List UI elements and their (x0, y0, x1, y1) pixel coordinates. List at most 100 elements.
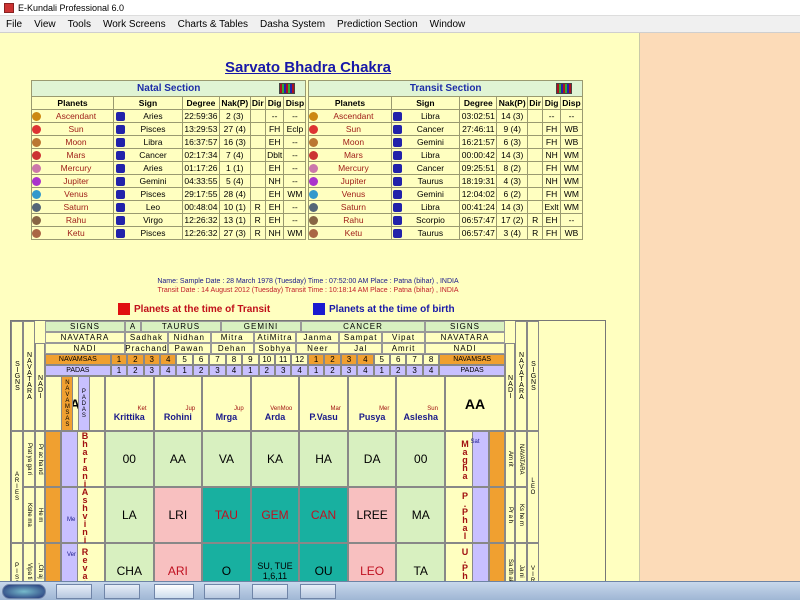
transit-dir-cell (527, 200, 544, 214)
nadi-header: NADI (45, 343, 125, 354)
taskbar-app-icon[interactable] (204, 584, 240, 599)
right-signs-column: SIGNS (527, 321, 539, 431)
planet-name: Sun (345, 123, 361, 134)
taskbar-tools-icon[interactable] (56, 584, 92, 599)
menu-tools[interactable]: Tools (62, 19, 97, 30)
natal-dig-cell: NH (264, 226, 285, 240)
natal-nak-cell: 1 (1) (218, 161, 251, 175)
transit-degree-cell: 18:19:31 (459, 174, 498, 188)
left-navamsa-strip (45, 487, 62, 543)
menu-file[interactable]: File (0, 19, 28, 30)
background-area (640, 33, 800, 581)
planet-name: Saturn (63, 201, 89, 212)
sign-name: Cancer (416, 162, 445, 173)
transit-planet-cell: Moon (308, 135, 392, 149)
navamsas-label: NAVAMSAS (439, 354, 505, 365)
left-navamsa-strip (45, 543, 62, 581)
planet-row[interactable]: Saturn Leo 00:48:04 10 (1) R EH -- Saturn Libra 0… (30, 200, 584, 214)
natal-planet-cell: Sun (30, 122, 115, 136)
legend-transit-swatch (118, 303, 130, 315)
natal-nak-cell: 5 (4) (218, 174, 251, 188)
natal-sign-cell: Aries (113, 161, 183, 175)
natal-nak-cell: 27 (4) (218, 122, 251, 136)
planet-glyph-icon (309, 190, 319, 200)
left-signs-cell: ARIES (11, 431, 23, 543)
pada-number: 3 (275, 365, 292, 376)
start-button[interactable] (2, 584, 46, 599)
transit-nak-cell: 6 (2) (496, 187, 529, 201)
planet-row[interactable]: Mercury Aries 01:17:26 1 (1) EH -- Mercury Canc… (30, 161, 584, 175)
navamsa-number: 1 (307, 354, 325, 365)
navatara-header: Janma (296, 332, 340, 343)
chakra-cell: CHA (105, 543, 154, 581)
chart-toggle-icon[interactable] (279, 83, 296, 94)
navamsa-number: 5 (176, 354, 193, 365)
taskbar-key-icon[interactable] (300, 584, 336, 599)
transit-degree-cell: 06:57:47 (459, 226, 498, 240)
navatara-header: AtiMitra (253, 332, 297, 343)
natal-nak-cell: 2 (3) (218, 109, 251, 123)
corner-cell-left: A (45, 376, 105, 431)
padas-vertical: PADAS (77, 376, 90, 431)
planet-row[interactable]: Sun Pisces 13:29:53 27 (4) FH Eclp Sun Cancer 27… (30, 122, 584, 136)
pada-number: 2 (192, 365, 210, 376)
menu-view[interactable]: View (28, 19, 62, 30)
natal-disp-cell: -- (283, 174, 307, 188)
navamsa-number: 2 (324, 354, 341, 365)
menu-dasha-system[interactable]: Dasha System (254, 19, 331, 30)
column-header-dig: Dig (542, 96, 561, 110)
planet-row[interactable]: Ascendant Aries 22:59:36 2 (3) -- -- Ascendant… (30, 109, 584, 123)
chakra-cell: LREE (347, 487, 397, 543)
nadi-header: Pawan (167, 343, 211, 354)
pada-number: 1 (176, 365, 193, 376)
natal-planet-cell: Saturn (30, 200, 115, 214)
sign-glyph-icon (393, 151, 403, 161)
navamsa-number: 3 (143, 354, 160, 365)
right-nadi-cell: Pr a h (505, 487, 515, 543)
transit-sign-cell: Gemini (390, 187, 461, 201)
natal-dig-cell: EH (264, 187, 285, 201)
chakra-cell: MA (396, 487, 445, 543)
column-header-row: Planets Sign Degree Nak(P) Dir Dig Disp Planets… (30, 96, 584, 110)
menu-charts-tables[interactable]: Charts & Tables (172, 19, 254, 30)
planet-name: Ketu (344, 227, 363, 238)
planet-row[interactable]: Mars Cancer 02:17:34 7 (4) Dblt -- Mars Libra 00… (30, 148, 584, 162)
planet-row[interactable]: Rahu Virgo 12:26:32 13 (1) R EH -- Rahu Scorpio 0… (30, 213, 584, 227)
chakra-cell: TA (396, 543, 445, 581)
planet-row[interactable]: Venus Pisces 29:17:55 28 (4) EH WM Venus Gemini… (30, 187, 584, 201)
natal-dig-cell: EH (264, 200, 285, 214)
taskbar-key-icon[interactable] (252, 584, 288, 599)
transit-nak-cell: 14 (3) (496, 148, 529, 162)
planet-row[interactable]: Ketu Pisces 12:26:32 27 (3) R NH WM Ketu Taurus 0… (30, 226, 584, 240)
planet-row[interactable]: Moon Libra 16:37:57 16 (3) EH -- Moon Gemini 16:… (30, 135, 584, 149)
left-signs-column: SIGNS (11, 321, 23, 431)
taskbar-folder-icon[interactable] (104, 584, 140, 599)
navamsas-vertical: NAVAMSAS (61, 376, 74, 431)
menu-window[interactable]: Window (424, 19, 472, 30)
planet-row[interactable]: Jupiter Gemini 04:33:55 5 (4) NH -- Jupiter Tau… (30, 174, 584, 188)
right-nadi-cell: Sa dh ak (505, 543, 515, 581)
signs-header: CANCER (301, 321, 425, 332)
menu-work-screens[interactable]: Work Screens (97, 19, 172, 30)
taskbar-ekundali-icon[interactable] (154, 584, 194, 599)
planet-name: Venus (341, 188, 366, 199)
pada-number: 1 (373, 365, 390, 376)
natal-dir-cell (249, 174, 266, 188)
chart-toggle-icon[interactable] (556, 83, 572, 94)
natal-planet-cell: Venus (30, 187, 115, 201)
nakshatra-cell: Sun Aslesha (396, 376, 445, 431)
planet-name: Mercury (338, 162, 369, 173)
right-signs-cell: VIRGO (527, 543, 539, 581)
planet-rows: Ascendant Aries 22:59:36 2 (3) -- -- Ascendant… (30, 109, 584, 240)
menu-prediction-section[interactable]: Prediction Section (331, 19, 424, 30)
sign-name: Libra (420, 149, 440, 160)
sign-name: Libra (420, 201, 440, 212)
legend-birth-swatch (313, 303, 325, 315)
chakra-cell: SU, TUE 1,6,11 (250, 543, 300, 581)
natal-disp-cell: -- (283, 161, 307, 175)
page-title[interactable]: Sarvato Bhadra Chakra (0, 59, 616, 76)
transit-dir-cell: R (527, 226, 544, 240)
sign-name: Gemini (139, 175, 167, 186)
planet-glyph-icon (309, 112, 319, 122)
sign-name: Pisces (140, 188, 166, 199)
